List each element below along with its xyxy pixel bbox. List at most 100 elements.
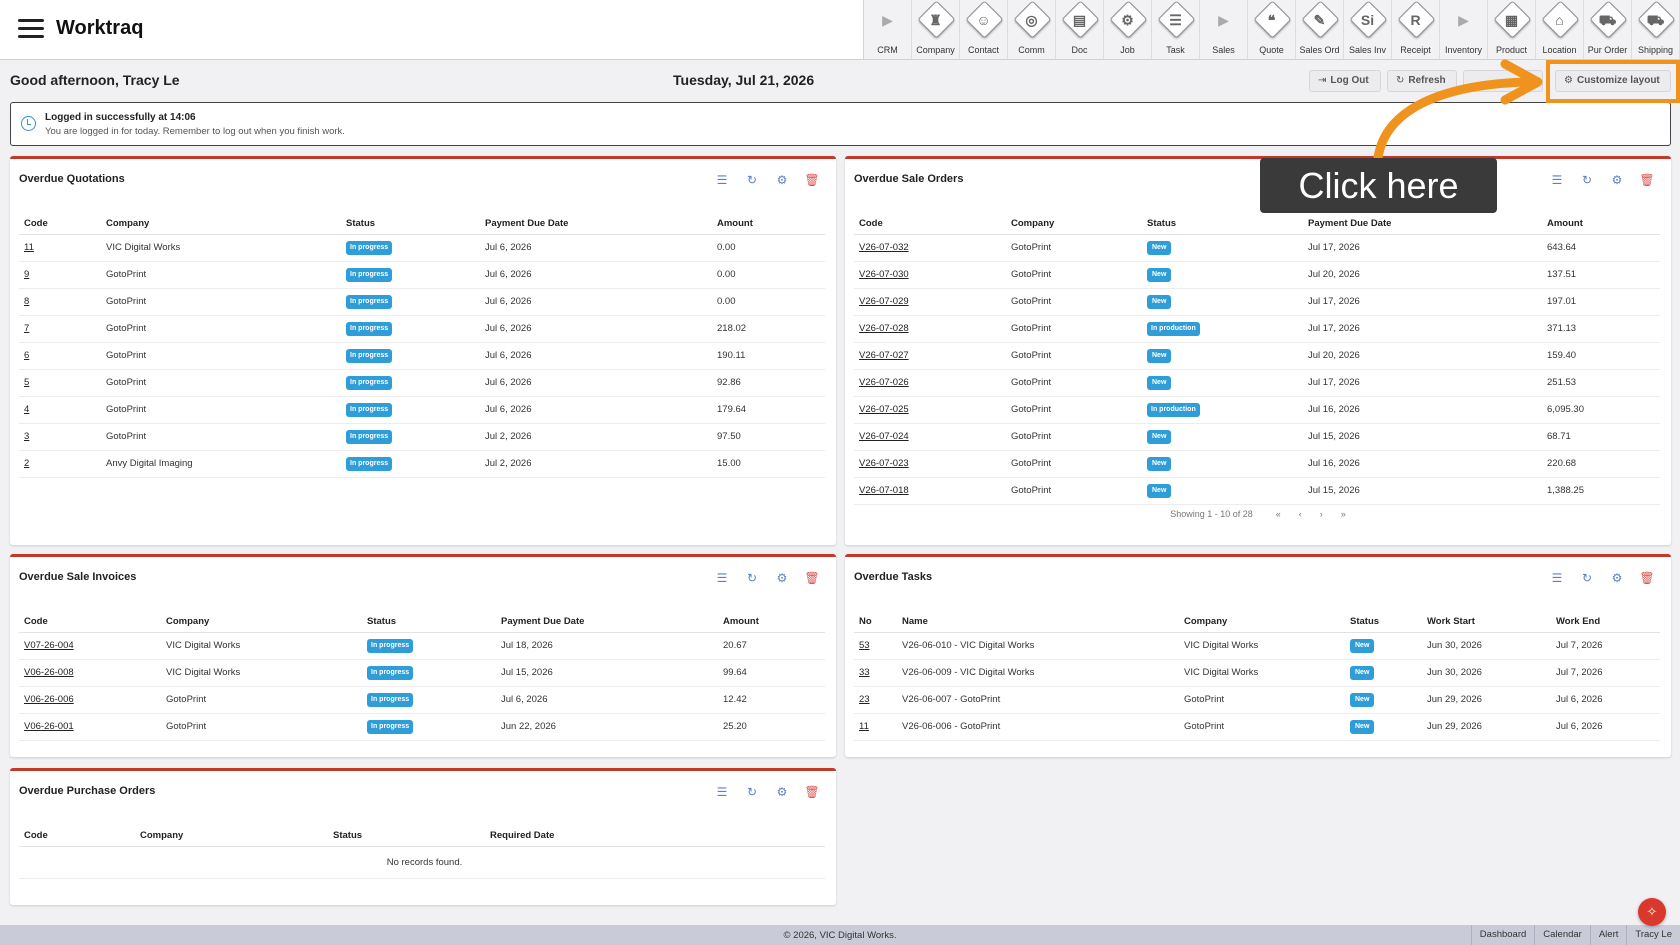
module-crm[interactable]: ▶ CRM — [864, 0, 912, 59]
record-link[interactable]: 4 — [24, 404, 29, 415]
record-link[interactable]: V26-07-029 — [859, 296, 909, 307]
module-sales[interactable]: ▶ Sales — [1200, 0, 1248, 59]
module-label: Receipt — [1400, 45, 1431, 55]
module-sales-ord[interactable]: ✎ Sales Ord — [1296, 0, 1344, 59]
module-product[interactable]: ▦ Product — [1488, 0, 1536, 59]
list-icon[interactable]: ☰ — [714, 784, 730, 800]
list-icon[interactable]: ☰ — [1549, 570, 1565, 586]
gear-icon[interactable]: ⚙ — [1609, 570, 1625, 586]
refresh-icon[interactable]: ↻ — [744, 784, 760, 800]
record-link[interactable]: 9 — [24, 269, 29, 280]
record-link[interactable]: V26-07-027 — [859, 350, 909, 361]
banner-title: Logged in successfully at 14:06 — [45, 112, 196, 123]
list-icon[interactable]: ☰ — [1549, 172, 1565, 188]
refresh-icon[interactable]: ↻ — [744, 570, 760, 586]
status-badge: In progress — [367, 638, 414, 653]
trash-icon[interactable]: 🗑 — [804, 784, 820, 800]
panel-title: Overdue Quotations — [19, 173, 125, 185]
table-header-row: Code Company Status Payment Due Date Amount — [854, 214, 1660, 235]
record-link[interactable]: V26-07-023 — [859, 458, 909, 469]
record-link[interactable]: 23 — [859, 694, 870, 705]
table-cell: In progress — [341, 396, 480, 424]
table-cell: 643.64 — [1542, 234, 1660, 262]
record-link[interactable]: 11 — [859, 721, 869, 732]
module-location[interactable]: ⌂ Location — [1536, 0, 1584, 59]
prev-page-icon[interactable]: ‹ — [1299, 509, 1302, 519]
next-page-icon[interactable]: › — [1320, 509, 1323, 519]
record-link[interactable]: V26-07-030 — [859, 269, 909, 280]
record-link[interactable]: 8 — [24, 296, 29, 307]
table-cell: GotoPrint — [1006, 288, 1142, 316]
module-quote[interactable]: ❝ Quote — [1248, 0, 1296, 59]
list-icon[interactable]: ☰ — [714, 570, 730, 586]
table-cell: V26-06-007 - GotoPrint — [897, 686, 1179, 714]
footer-link-alert[interactable]: Alert — [1589, 925, 1627, 945]
gear-icon[interactable]: ⚙ — [1609, 172, 1625, 188]
module-inventory[interactable]: ▶ Inventory — [1440, 0, 1488, 59]
table-cell: Jul 17, 2026 — [1303, 234, 1542, 262]
table-cell: Jul 6, 2026 — [480, 342, 712, 370]
record-link[interactable]: 7 — [24, 323, 29, 334]
record-link[interactable]: V06-26-008 — [24, 667, 74, 678]
first-page-icon[interactable]: « — [1276, 509, 1281, 519]
footer-link-calendar[interactable]: Calendar — [1534, 925, 1590, 945]
module-company[interactable]: ♜ Company — [912, 0, 960, 59]
refresh-icon[interactable]: ↻ — [1579, 570, 1595, 586]
record-link[interactable]: V26-07-028 — [859, 323, 909, 334]
refresh-icon[interactable]: ↻ — [1579, 172, 1595, 188]
module-shipping[interactable]: ⛟ Shipping — [1632, 0, 1680, 59]
product-icon: ▦ — [1504, 12, 1519, 28]
module-task[interactable]: ☰ Task — [1152, 0, 1200, 59]
record-link[interactable]: V26-07-025 — [859, 404, 909, 415]
module-comm[interactable]: ◎ Comm — [1008, 0, 1056, 59]
status-badge: New — [1147, 348, 1172, 363]
module-pur-order[interactable]: ⛟ Pur Order — [1584, 0, 1632, 59]
record-link[interactable]: V26-07-032 — [859, 242, 909, 253]
record-link[interactable]: 6 — [24, 350, 29, 361]
record-link[interactable]: V26-07-026 — [859, 377, 909, 388]
module-sales-inv[interactable]: Si Sales Inv — [1344, 0, 1392, 59]
gear-icon[interactable]: ⚙ — [774, 172, 790, 188]
trash-icon[interactable]: 🗑 — [804, 570, 820, 586]
record-link[interactable]: 2 — [24, 458, 29, 469]
table-cell: 9 — [19, 261, 101, 289]
last-page-icon[interactable]: » — [1341, 509, 1346, 519]
refresh-button[interactable]: ↻ Refresh — [1387, 70, 1457, 92]
header-button-obscured[interactable] — [1463, 70, 1543, 92]
record-link[interactable]: V26-07-018 — [859, 485, 909, 496]
column-header-code: Code — [19, 612, 161, 633]
trash-icon[interactable]: 🗑 — [1639, 570, 1655, 586]
record-link[interactable]: V26-07-024 — [859, 431, 909, 442]
trash-icon[interactable]: 🗑 — [804, 172, 820, 188]
refresh-icon[interactable]: ↻ — [744, 172, 760, 188]
footer-link-dashboard[interactable]: Dashboard — [1470, 925, 1534, 945]
module-doc[interactable]: ▤ Doc — [1056, 0, 1104, 59]
table-row: 8 GotoPrint In progress Jul 6, 2026 0.00 — [19, 288, 825, 316]
table-cell: V26-07-018 — [854, 477, 1006, 505]
record-link[interactable]: V07-26-004 — [24, 640, 74, 651]
record-link[interactable]: 33 — [859, 667, 870, 678]
table-cell: GotoPrint — [101, 396, 341, 424]
module-receipt[interactable]: R Receipt — [1392, 0, 1440, 59]
record-link[interactable]: V06-26-006 — [24, 694, 74, 705]
menu-icon[interactable] — [18, 19, 44, 39]
column-header-required-date: Required Date — [485, 826, 825, 847]
list-icon[interactable]: ☰ — [714, 172, 730, 188]
assistant-fab-icon[interactable]: ✧ — [1638, 898, 1666, 926]
logout-button[interactable]: ⇥ Log Out — [1309, 70, 1381, 92]
footer-link-tracy-le[interactable]: Tracy Le — [1626, 925, 1680, 945]
gear-icon[interactable]: ⚙ — [774, 784, 790, 800]
record-link[interactable]: 3 — [24, 431, 29, 442]
gear-icon[interactable]: ⚙ — [774, 570, 790, 586]
module-job[interactable]: ⚙ Job — [1104, 0, 1152, 59]
record-link[interactable]: 11 — [24, 242, 34, 253]
trash-icon[interactable]: 🗑 — [1639, 172, 1655, 188]
record-link[interactable]: V06-26-001 — [24, 721, 74, 732]
logout-icon: ⇥ — [1318, 75, 1327, 86]
record-link[interactable]: 5 — [24, 377, 29, 388]
module-contact[interactable]: ☺ Contact — [960, 0, 1008, 59]
table-cell: 137.51 — [1542, 261, 1660, 289]
record-link[interactable]: 53 — [859, 640, 870, 651]
table-row: V26-07-030 GotoPrint New Jul 20, 2026 137.51 — [854, 261, 1660, 289]
table-row: 9 GotoPrint In progress Jul 6, 2026 0.00 — [19, 261, 825, 289]
